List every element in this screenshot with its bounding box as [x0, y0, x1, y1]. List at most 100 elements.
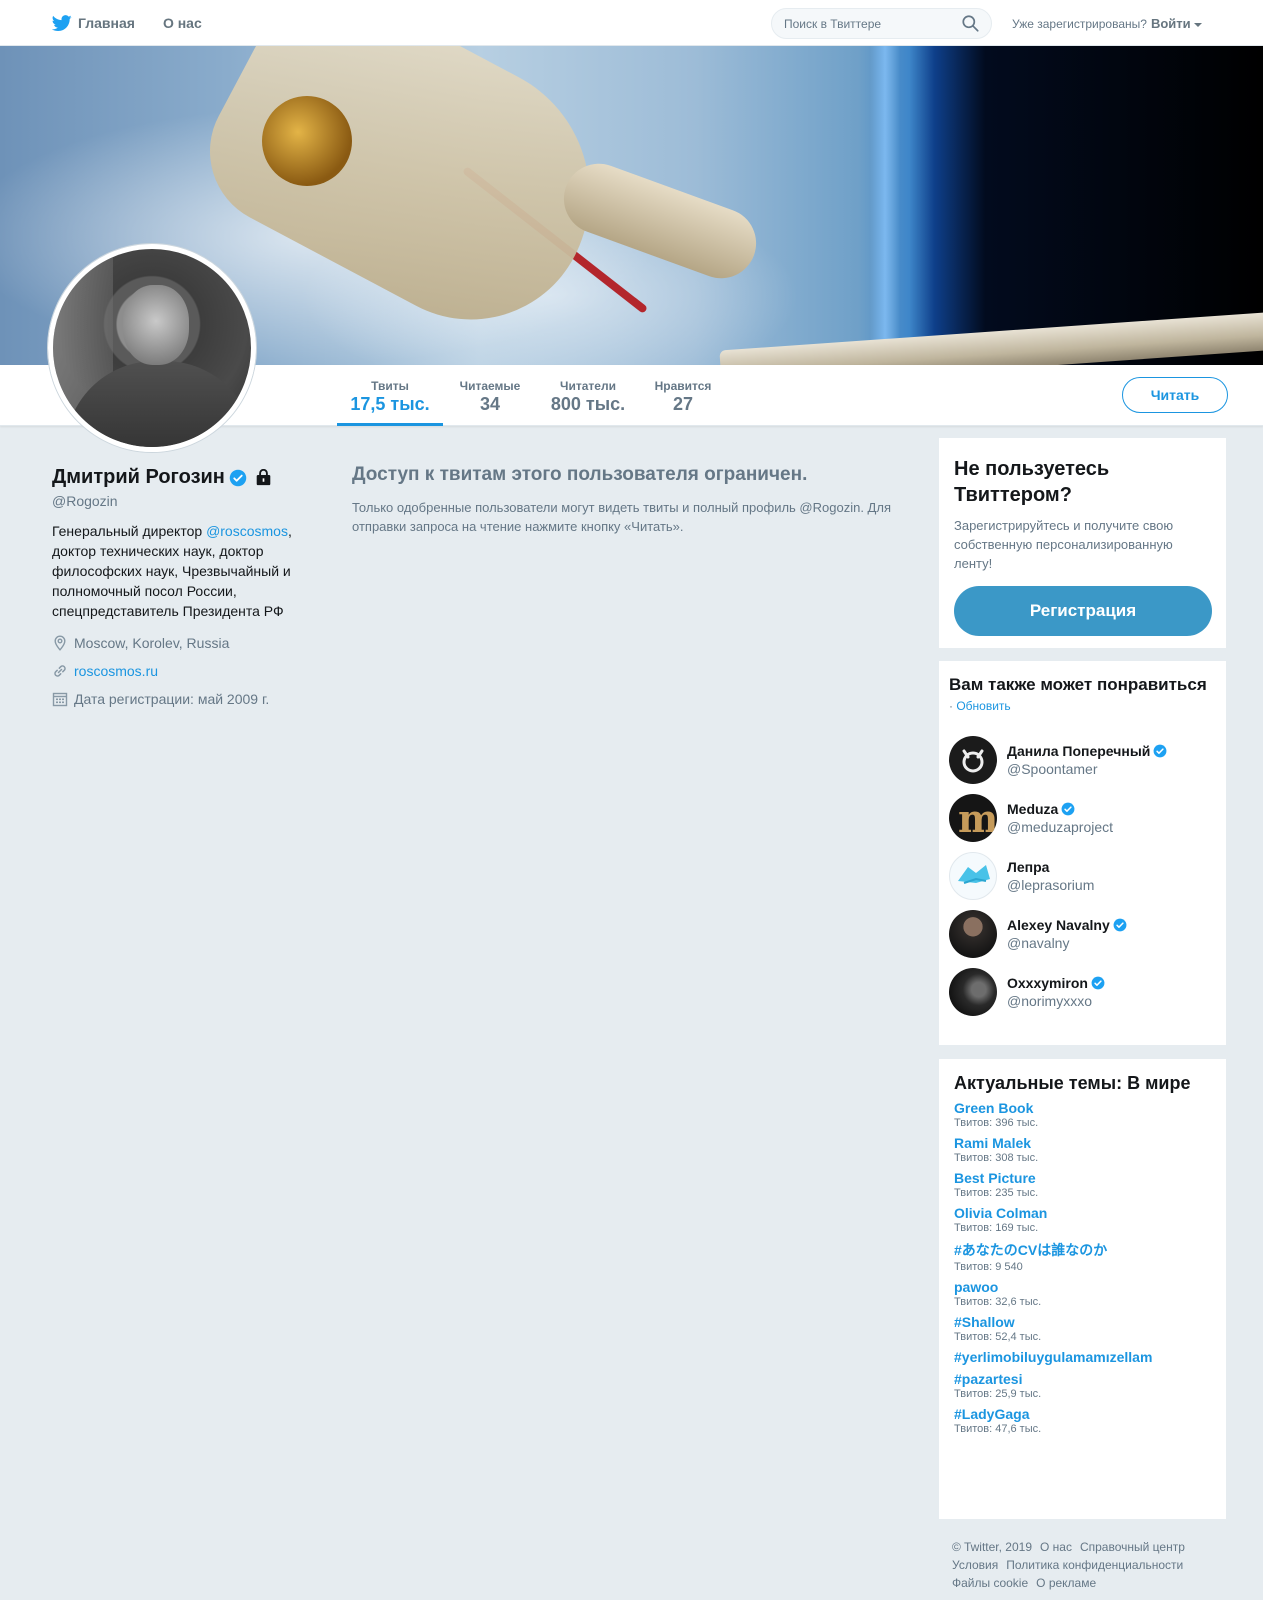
follow-button[interactable]: Читать	[1122, 377, 1228, 413]
search-box	[771, 8, 992, 39]
trend-name[interactable]: pawoo	[954, 1279, 1211, 1295]
trends-title: Актуальные темы: В мире	[954, 1073, 1191, 1093]
nav-home-link[interactable]: Главная	[52, 14, 135, 32]
profile-name[interactable]: Дмитрий Рогозин	[52, 466, 225, 489]
bio-mention-link[interactable]: @roscosmos	[206, 523, 288, 539]
search-input[interactable]	[772, 9, 952, 38]
footer-copyright: © Twitter, 2019	[952, 1540, 1032, 1554]
login-area: Уже зарегистрированы? Войти	[1012, 16, 1202, 31]
user-name[interactable]: Oxxxymiron	[1007, 975, 1088, 991]
user-avatar[interactable]	[949, 968, 997, 1016]
joined-text: Дата регистрации: май 2009 г.	[74, 691, 270, 707]
trend-item[interactable]: Green Book Твитов: 396 тыс.	[954, 1100, 1211, 1129]
profile-url: roscosmos.ru	[52, 661, 307, 681]
login-link[interactable]: Войти	[1151, 16, 1191, 31]
nav-about-link[interactable]: О нас	[163, 15, 202, 31]
trend-item[interactable]: Best Picture Твитов: 235 тыс.	[954, 1170, 1211, 1199]
trend-item[interactable]: #あなたのCVは誰なのか Твитов: 9 540	[954, 1240, 1211, 1273]
link-icon	[54, 665, 66, 677]
trend-name[interactable]: Green Book	[954, 1100, 1211, 1116]
refresh-link[interactable]: Обновить	[956, 699, 1010, 713]
stat-label: Читатели	[560, 379, 616, 393]
stat-label: Твиты	[371, 379, 409, 393]
protected-text: Только одобренные пользователи могут вид…	[352, 500, 891, 534]
trend-item[interactable]: Olivia Colman Твитов: 169 тыс.	[954, 1205, 1211, 1234]
wtf-user-item[interactable]: m Meduza @meduzaproject	[949, 789, 1216, 847]
user-avatar[interactable]	[949, 852, 997, 900]
signup-module: Не пользуетесь Твиттером? Зарегистрируйт…	[938, 437, 1227, 649]
caret-down-icon[interactable]	[1193, 22, 1202, 27]
wtf-title: Вам также может понравиться	[949, 675, 1207, 694]
trend-item[interactable]: #Shallow Твитов: 52,4 тыс.	[954, 1314, 1211, 1343]
stat-label: Нравится	[654, 379, 712, 393]
trend-name[interactable]: Olivia Colman	[954, 1205, 1211, 1221]
trend-name[interactable]: Rami Malek	[954, 1135, 1211, 1151]
user-handle: @leprasorium	[1007, 877, 1095, 893]
trend-name[interactable]: Best Picture	[954, 1170, 1211, 1186]
stat-value: 34	[479, 394, 501, 414]
trend-count: Твитов: 47,6 тыс.	[954, 1423, 1042, 1435]
trend-item[interactable]: pawoo Твитов: 32,6 тыс.	[954, 1279, 1211, 1308]
profile-joined: Дата регистрации: май 2009 г.	[52, 689, 307, 709]
wtf-user-item[interactable]: Лепра @leprasorium	[949, 847, 1216, 905]
wtf-user-item[interactable]: Данила Поперечный @Spoontamer	[949, 731, 1216, 789]
user-name[interactable]: Лепра	[1007, 859, 1049, 875]
trend-name[interactable]: #yerlimobiluygulamamızellam	[954, 1349, 1211, 1365]
footer-cookies-link[interactable]: Файлы cookie	[952, 1576, 1028, 1590]
stat-value: 800 тыс.	[550, 394, 626, 414]
signup-title: Не пользуетесь Твиттером?	[954, 458, 1110, 506]
footer-about-link[interactable]: О нас	[1040, 1540, 1072, 1554]
footer: © Twitter, 2019 О нас Справочный центр Усл…	[952, 1538, 1232, 1592]
profile-name-row: Дмитрий Рогозин	[52, 466, 307, 489]
user-name[interactable]: Alexey Navalny	[1007, 917, 1110, 933]
trend-item[interactable]: #LadyGaga Твитов: 47,6 тыс.	[954, 1406, 1211, 1435]
user-avatar[interactable]: m	[949, 794, 997, 842]
wtf-user-item[interactable]: Oxxxymiron @norimyxxxo	[949, 963, 1216, 1021]
trend-item[interactable]: #pazartesi Твитов: 25,9 тыс.	[954, 1371, 1211, 1400]
stat-tweets[interactable]: Твиты 17,5 тыс.	[337, 365, 443, 426]
footer-help-link[interactable]: Справочный центр	[1080, 1540, 1185, 1554]
wtf-user-list: Данила Поперечный @Spoontamer m Meduza @…	[949, 731, 1216, 1021]
protected-notice: Доступ к твитам этого пользователя огран…	[352, 464, 926, 536]
trend-count: Твитов: 169 тыс.	[954, 1222, 1039, 1234]
trends-module: Актуальные темы: В мире Green Book Твитов…	[938, 1058, 1227, 1520]
trend-name[interactable]: #LadyGaga	[954, 1406, 1211, 1422]
footer-privacy-link[interactable]: Политика конфиденциальности	[1006, 1558, 1183, 1572]
profile-handle[interactable]: @Rogozin	[52, 493, 307, 509]
stat-following[interactable]: Читаемые 34	[455, 365, 525, 426]
footer-ads-link[interactable]: О рекламе	[1036, 1576, 1096, 1590]
website-link[interactable]: roscosmos.ru	[74, 663, 158, 679]
footer-terms-link[interactable]: Условия	[952, 1558, 998, 1572]
trend-name[interactable]: #pazartesi	[954, 1371, 1211, 1387]
trend-name[interactable]: #あなたのCVは誰なのか	[954, 1240, 1211, 1260]
stat-likes[interactable]: Нравится 27	[650, 365, 716, 426]
user-handle: @norimyxxxo	[1007, 993, 1093, 1009]
location-pin-icon	[54, 635, 66, 651]
bio-text: Генеральный директор	[52, 523, 207, 539]
trend-item[interactable]: #yerlimobiluygulamamızellam	[954, 1349, 1211, 1365]
wtf-refresh: · Обновить	[949, 699, 1216, 713]
user-avatar[interactable]	[949, 910, 997, 958]
wtf-user-item[interactable]: Alexey Navalny @navalny	[949, 905, 1216, 963]
signup-button[interactable]: Регистрация	[954, 586, 1212, 636]
stat-followers[interactable]: Читатели 800 тыс.	[549, 365, 627, 426]
user-avatar[interactable]	[949, 736, 997, 784]
user-name[interactable]: Данила Поперечный	[1007, 743, 1150, 759]
top-nav: Главная О нас Уже зарегистрированы? Войт…	[0, 0, 1263, 46]
trend-count: Твитов: 308 тыс.	[954, 1152, 1039, 1164]
nav-left: Главная О нас	[52, 0, 202, 46]
profile-avatar[interactable]	[48, 244, 256, 452]
search-icon[interactable]	[962, 15, 979, 32]
profile-location: Moscow, Korolev, Russia	[52, 633, 307, 653]
user-name[interactable]: Meduza	[1007, 801, 1058, 817]
stat-value: 27	[672, 394, 694, 414]
signup-text: Зарегистрируйтесь и получите свою собств…	[954, 518, 1174, 571]
trend-count: Твитов: 396 тыс.	[954, 1117, 1039, 1129]
trend-item[interactable]: Rami Malek Твитов: 308 тыс.	[954, 1135, 1211, 1164]
lock-icon	[256, 469, 271, 486]
trend-name[interactable]: #Shallow	[954, 1314, 1211, 1330]
nav-home-label: Главная	[78, 15, 135, 31]
location-text: Moscow, Korolev, Russia	[74, 635, 230, 651]
calendar-icon	[52, 692, 68, 707]
verified-badge-icon	[1153, 744, 1167, 758]
